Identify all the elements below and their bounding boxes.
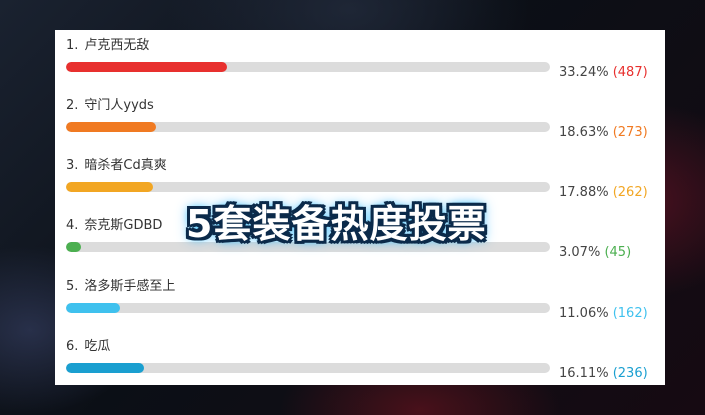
- progress-fill: [66, 62, 227, 72]
- option-index: 1.: [66, 38, 79, 53]
- vote-percent: 17.88%: [559, 185, 609, 200]
- progress-track: [66, 182, 550, 192]
- vote-percent: 16.11%: [559, 366, 609, 381]
- option-index: 3.: [66, 158, 79, 173]
- progress-fill: [66, 303, 120, 313]
- poll-option-2[interactable]: 2. 守门人yyds 18.63% (273): [66, 94, 656, 146]
- vote-percent: 11.06%: [559, 306, 609, 321]
- option-index: 4.: [66, 218, 79, 233]
- option-text: 奈克斯GDBD: [84, 218, 163, 233]
- vote-count: (45): [604, 245, 632, 260]
- vote-stat: 16.11% (236): [559, 366, 648, 381]
- vote-count: (162): [612, 306, 648, 321]
- poll-option-label: 6. 吃瓜: [66, 335, 110, 354]
- overlay-title: 5套装备热度投票: [186, 202, 487, 246]
- option-text: 吃瓜: [84, 339, 111, 354]
- progress-fill: [66, 182, 153, 192]
- vote-stat: 11.06% (162): [559, 306, 648, 321]
- progress-track: [66, 62, 550, 72]
- poll-option-label: 4. 奈克斯GDBD: [66, 214, 162, 233]
- option-index: 6.: [66, 339, 79, 354]
- progress-fill: [66, 242, 81, 252]
- vote-count: (236): [612, 366, 648, 381]
- progress-track: [66, 303, 550, 313]
- poll-option-label: 2. 守门人yyds: [66, 94, 154, 113]
- option-text: 暗杀者Cd真爽: [84, 158, 167, 173]
- vote-percent: 33.24%: [559, 65, 609, 80]
- vote-stat: 17.88% (262): [559, 185, 648, 200]
- vote-stat: 18.63% (273): [559, 125, 648, 140]
- poll-option-label: 3. 暗杀者Cd真爽: [66, 154, 167, 173]
- poll-option-label: 5. 洛多斯手感至上: [66, 275, 175, 294]
- vote-count: (273): [612, 125, 648, 140]
- progress-fill: [66, 363, 144, 373]
- progress-track: [66, 363, 550, 373]
- vote-count: (262): [612, 185, 648, 200]
- vote-stat: 33.24% (487): [559, 65, 648, 80]
- option-text: 卢克西无敌: [84, 38, 150, 53]
- poll-option-5[interactable]: 5. 洛多斯手感至上 11.06% (162): [66, 275, 656, 327]
- progress-fill: [66, 122, 157, 132]
- option-index: 5.: [66, 279, 79, 294]
- vote-count: (487): [612, 65, 648, 80]
- option-text: 洛多斯手感至上: [84, 279, 176, 294]
- progress-track: [66, 122, 550, 132]
- vote-stat: 3.07% (45): [559, 245, 631, 260]
- poll-option-1[interactable]: 1. 卢克西无敌 33.24% (487): [66, 34, 656, 86]
- option-index: 2.: [66, 98, 79, 113]
- vote-percent: 18.63%: [559, 125, 609, 140]
- vote-percent: 3.07%: [559, 245, 601, 260]
- option-text: 守门人yyds: [84, 98, 154, 113]
- poll-option-6[interactable]: 6. 吃瓜 16.11% (236): [66, 335, 656, 387]
- poll-option-label: 1. 卢克西无敌: [66, 34, 149, 53]
